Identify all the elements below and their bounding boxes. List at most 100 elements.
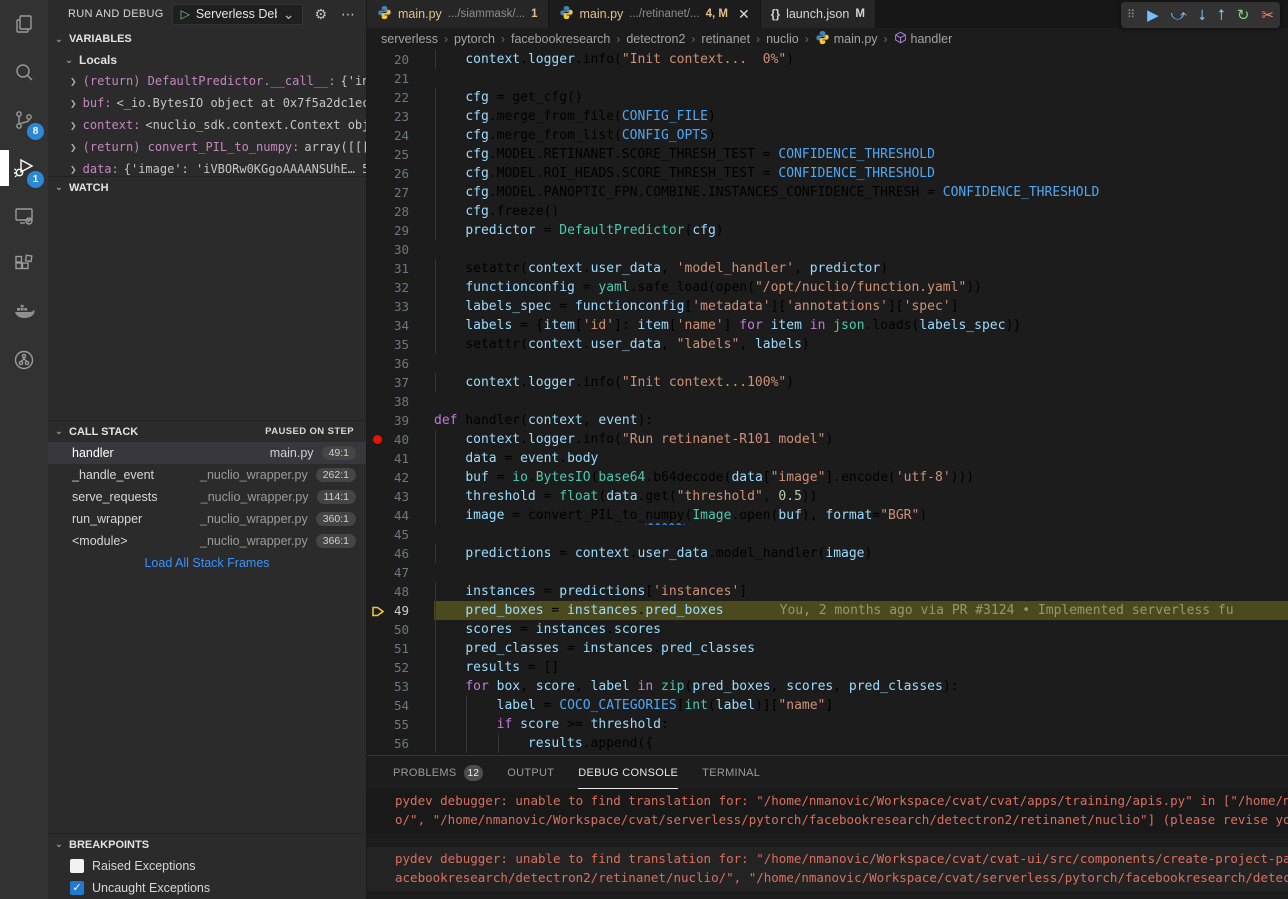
line-number[interactable]: 26 <box>367 164 434 183</box>
call-stack-section-header[interactable]: ⌄ CALL STACK PAUSED ON STEP <box>48 420 366 442</box>
checkbox[interactable] <box>70 859 84 873</box>
code-line-36[interactable]: 36 <box>367 354 1288 373</box>
checkbox[interactable]: ✓ <box>70 881 84 895</box>
line-number[interactable]: 44 <box>367 506 434 525</box>
code-line-30[interactable]: 30 <box>367 240 1288 259</box>
remote-explorer-icon[interactable] <box>0 192 48 240</box>
line-number[interactable]: 39 <box>367 411 434 430</box>
tab-main-py-0[interactable]: main.py.../siammask/...1 <box>367 0 549 28</box>
line-number[interactable]: 21 <box>367 69 434 88</box>
tab-main-py-1[interactable]: main.py.../retinanet/...4, M✕ <box>549 0 761 28</box>
line-number[interactable]: 32 <box>367 278 434 297</box>
line-number[interactable]: 42 <box>367 468 434 487</box>
extensions-icon[interactable] <box>0 240 48 288</box>
load-all-stack-frames-link[interactable]: Load All Stack Frames <box>48 552 366 574</box>
line-number[interactable]: 54 <box>367 696 434 715</box>
locals-group-header[interactable]: ⌄ Locals <box>48 50 366 70</box>
line-number[interactable]: 38 <box>367 392 434 411</box>
docker-icon[interactable] <box>0 288 48 336</box>
panel-tab-output[interactable]: OUTPUT <box>507 756 554 789</box>
line-number[interactable]: 47 <box>367 563 434 582</box>
line-number[interactable]: 55 <box>367 715 434 734</box>
line-number[interactable]: 53 <box>367 677 434 696</box>
line-number[interactable]: 52 <box>367 658 434 677</box>
watch-section-header[interactable]: ⌄ WATCH <box>48 176 366 198</box>
code-line-55[interactable]: 55 if score >= threshold: <box>367 715 1288 734</box>
code-line-47[interactable]: 47 <box>367 563 1288 582</box>
line-number[interactable]: 33 <box>367 297 434 316</box>
code-line-51[interactable]: 51 pred_classes = instances.pred_classes <box>367 639 1288 658</box>
restart-icon[interactable]: ↻ <box>1237 8 1250 23</box>
line-number[interactable]: 51 <box>367 639 434 658</box>
code-line-53[interactable]: 53 for box, score, label in zip(pred_box… <box>367 677 1288 696</box>
line-number[interactable]: 22 <box>367 88 434 107</box>
line-number[interactable]: 25 <box>367 145 434 164</box>
variable-row[interactable]: ❯context:<nuclio_sdk.context.Context obj… <box>48 114 366 136</box>
variables-section-header[interactable]: ⌄ VARIABLES <box>48 28 366 50</box>
breakpoints-section-header[interactable]: ⌄ BREAKPOINTS <box>48 833 366 855</box>
code-line-23[interactable]: 23 cfg.merge_from_file(CONFIG_FILE) <box>367 107 1288 126</box>
code-editor[interactable]: 20 context.logger.info("Init context... … <box>367 50 1288 755</box>
breadcrumb-item-handler[interactable]: handler <box>894 31 953 47</box>
variable-row[interactable]: ❯(return) DefaultPredictor.__call__:{'in… <box>48 70 366 92</box>
stack-frame[interactable]: handlermain.py49:1 <box>48 442 366 464</box>
code-line-33[interactable]: 33 labels_spec = functionconfig['metadat… <box>367 297 1288 316</box>
line-number[interactable]: 27 <box>367 183 434 202</box>
breadcrumb-item-pytorch[interactable]: pytorch <box>454 32 495 46</box>
line-number[interactable]: 45 <box>367 525 434 544</box>
line-number[interactable]: 50 <box>367 620 434 639</box>
code-line-26[interactable]: 26 cfg.MODEL.ROI_HEADS.SCORE_THRESH_TEST… <box>367 164 1288 183</box>
code-line-25[interactable]: 25 cfg.MODEL.RETINANET.SCORE_THRESH_TEST… <box>367 145 1288 164</box>
variable-row[interactable]: ❯(return) convert_PIL_to_numpy:array([[[… <box>48 136 366 158</box>
step-over-icon[interactable]: ⤻ <box>1171 8 1187 23</box>
code-line-54[interactable]: 54 label = COCO_CATEGORIES[int(label)]["… <box>367 696 1288 715</box>
stack-frame[interactable]: _handle_event_nuclio_wrapper.py262:1 <box>48 464 366 486</box>
breadcrumb-item-nuclio[interactable]: nuclio <box>766 32 799 46</box>
search-icon[interactable] <box>0 48 48 96</box>
git-graph-icon[interactable] <box>0 336 48 384</box>
code-line-31[interactable]: 31 setattr(context.user_data, 'model_han… <box>367 259 1288 278</box>
code-line-46[interactable]: 46 predictions = context.user_data.model… <box>367 544 1288 563</box>
variable-row[interactable]: ❯data:{'image': 'iVBORw0KGgoAAAANSUhE… 5… <box>48 158 366 176</box>
disconnect-icon[interactable]: ✂ <box>1261 8 1274 23</box>
stack-frame[interactable]: run_wrapper_nuclio_wrapper.py360:1 <box>48 508 366 530</box>
line-number[interactable]: 49 <box>367 601 434 620</box>
code-line-39[interactable]: 39def handler(context, event): <box>367 411 1288 430</box>
code-line-45[interactable]: 45 <box>367 525 1288 544</box>
code-line-37[interactable]: 37 context.logger.info("Init context...1… <box>367 373 1288 392</box>
code-line-49[interactable]: 49 pred_boxes = instances.pred_boxesYou,… <box>367 601 1288 620</box>
breadcrumb-item-main-py[interactable]: main.py <box>815 30 878 48</box>
close-icon[interactable]: ✕ <box>738 6 750 23</box>
code-line-44[interactable]: 44 image = convert_PIL_to_numpy(Image.op… <box>367 506 1288 525</box>
breadcrumb-item-detectron2[interactable]: detectron2 <box>626 32 685 46</box>
line-number[interactable]: 24 <box>367 126 434 145</box>
code-line-56[interactable]: 56 results.append({ <box>367 734 1288 753</box>
code-line-32[interactable]: 32 functionconfig = yaml.safe_load(open(… <box>367 278 1288 297</box>
code-line-38[interactable]: 38 <box>367 392 1288 411</box>
stack-frame[interactable]: serve_requests_nuclio_wrapper.py114:1 <box>48 486 366 508</box>
code-line-22[interactable]: 22 cfg = get_cfg() <box>367 88 1288 107</box>
line-number[interactable]: 37 <box>367 373 434 392</box>
launch-config-dropdown[interactable]: ▷ Serverless Debu ⌄ <box>172 4 304 25</box>
code-line-40[interactable]: 40 context.logger.info("Run retinanet-R1… <box>367 430 1288 449</box>
gear-icon[interactable]: ⚙ <box>311 6 330 23</box>
panel-tab-debug-console[interactable]: DEBUG CONSOLE <box>578 756 678 789</box>
line-number[interactable]: 35 <box>367 335 434 354</box>
line-number[interactable]: 43 <box>367 487 434 506</box>
breadcrumb-item-facebookresearch[interactable]: facebookresearch <box>511 32 610 46</box>
variable-row[interactable]: ❯buf:<_io.BytesIO object at 0x7f5a2dc1ec… <box>48 92 366 114</box>
panel-tab-problems[interactable]: PROBLEMS12 <box>393 756 483 789</box>
line-number[interactable]: 40 <box>367 430 434 449</box>
line-number[interactable]: 23 <box>367 107 434 126</box>
source-control-icon[interactable]: 8 <box>0 96 48 144</box>
start-debug-icon[interactable]: ▷ <box>181 8 190 20</box>
code-line-35[interactable]: 35 setattr(context.user_data, "labels", … <box>367 335 1288 354</box>
line-number[interactable]: 41 <box>367 449 434 468</box>
breadcrumb-item-serverless[interactable]: serverless <box>381 32 438 46</box>
line-number[interactable]: 28 <box>367 202 434 221</box>
code-line-20[interactable]: 20 context.logger.info("Init context... … <box>367 50 1288 69</box>
line-number[interactable]: 29 <box>367 221 434 240</box>
panel-tab-terminal[interactable]: TERMINAL <box>702 756 760 789</box>
line-number[interactable]: 56 <box>367 734 434 753</box>
tab-launch-json-2[interactable]: {}launch.jsonM <box>761 0 876 28</box>
